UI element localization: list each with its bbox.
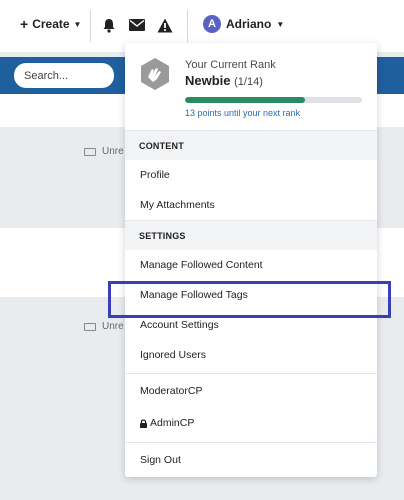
reports-button[interactable] xyxy=(155,15,175,35)
menu-item-profile[interactable]: Profile xyxy=(125,160,377,190)
create-label: Create xyxy=(32,17,70,31)
username-label: Adriano xyxy=(226,17,272,31)
messages-button[interactable] xyxy=(127,15,147,35)
rank-name: Newbie xyxy=(185,73,231,88)
notifications-button[interactable] xyxy=(99,15,119,35)
unread-indicator: Unre xyxy=(84,321,124,332)
settings-section-heading: SETTINGS xyxy=(125,220,377,250)
menu-item-admin-cp[interactable]: AdminCP xyxy=(125,408,377,438)
avatar: A xyxy=(203,15,221,33)
keyboard-icon xyxy=(84,147,96,156)
keyboard-icon xyxy=(84,322,96,331)
rank-panel: Your Current Rank Newbie (1/14) 13 point… xyxy=(125,43,377,130)
rank-badge-icon xyxy=(141,58,169,90)
nav-divider xyxy=(187,10,188,42)
warning-icon xyxy=(157,18,173,32)
menu-item-ignored-users[interactable]: Ignored Users xyxy=(125,340,377,370)
user-dropdown-menu: Your Current Rank Newbie (1/14) 13 point… xyxy=(125,43,377,477)
rank-progress-fill xyxy=(185,97,306,103)
rank-next-text: 13 points until your next rank xyxy=(185,108,301,118)
user-menu-button[interactable]: A Adriano ▼ xyxy=(203,15,284,33)
rank-fraction: (1/14) xyxy=(234,76,263,88)
rank-subtitle: Your Current Rank xyxy=(185,59,276,71)
lock-icon xyxy=(140,419,147,428)
nav-divider xyxy=(90,10,91,42)
admin-cp-label: AdminCP xyxy=(150,417,195,429)
plus-icon: + xyxy=(20,16,29,32)
menu-item-moderator-cp[interactable]: ModeratorCP xyxy=(125,374,377,408)
rank-title: Newbie (1/14) xyxy=(185,73,263,88)
menu-item-sign-out[interactable]: Sign Out xyxy=(125,443,377,477)
create-button[interactable]: + Create ▼ xyxy=(20,17,81,31)
menu-item-followed-content[interactable]: Manage Followed Content xyxy=(125,250,377,280)
caret-down-icon: ▼ xyxy=(73,19,82,29)
unread-indicator: Unre xyxy=(84,146,124,157)
highlight-box xyxy=(108,281,391,318)
content-section-heading: CONTENT xyxy=(125,130,377,160)
caret-down-icon: ▼ xyxy=(276,19,285,29)
envelope-icon xyxy=(129,19,145,31)
menu-item-attachments[interactable]: My Attachments xyxy=(125,190,377,220)
search-input[interactable] xyxy=(14,63,114,88)
bell-icon xyxy=(103,18,115,33)
rank-progress-bar xyxy=(185,97,362,103)
